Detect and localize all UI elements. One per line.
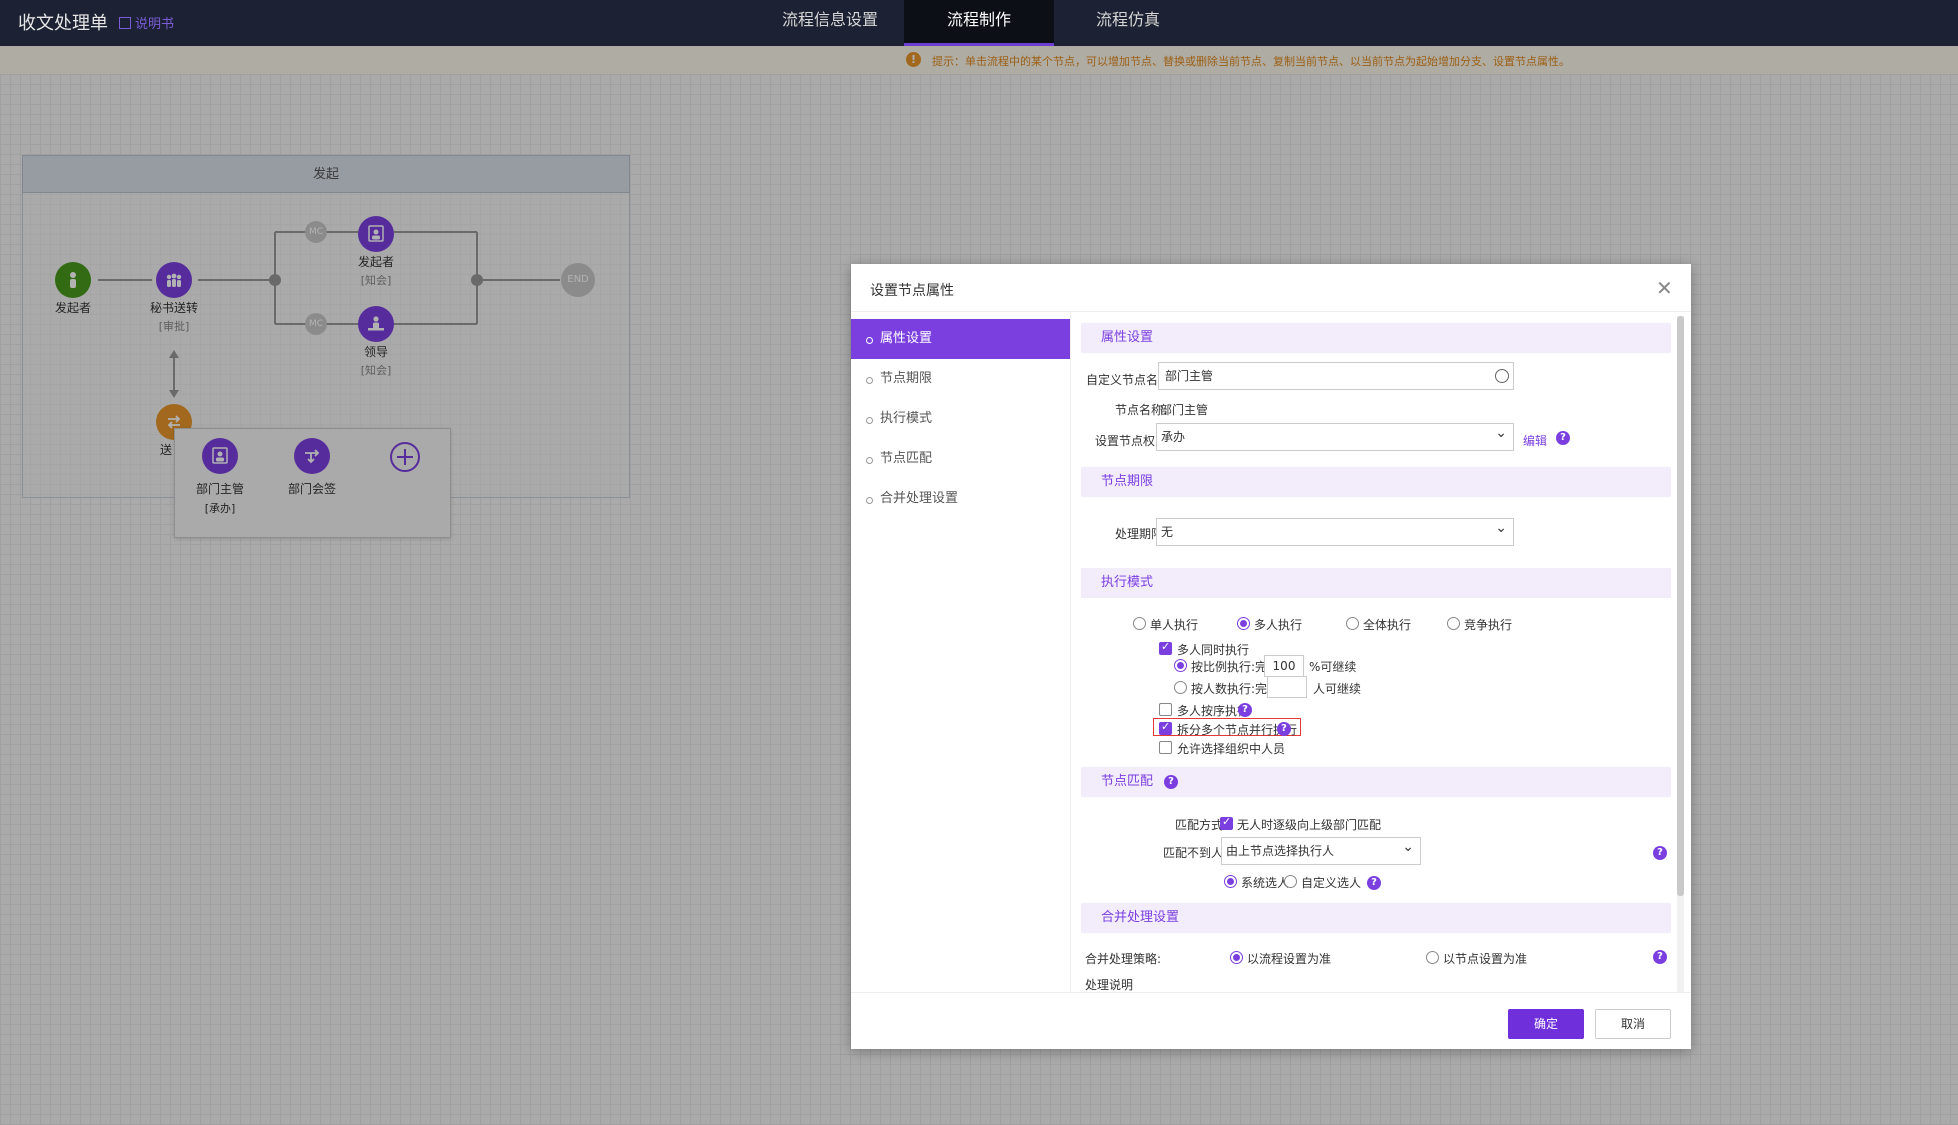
radio-merge-by-node[interactable] [1426, 951, 1439, 964]
radio-merge-by-flow[interactable] [1230, 951, 1243, 964]
checkbox-simultaneous[interactable] [1159, 640, 1172, 655]
match-method-value: 无人时逐级向上级部门匹配 [1237, 818, 1382, 832]
checkbox-allow-org[interactable] [1159, 741, 1172, 754]
custom-name-input[interactable]: 部门主管 [1158, 362, 1514, 390]
dialog-header: 设置节点属性 ✕ [851, 264, 1691, 312]
merge-desc-label: 处理说明 [1085, 978, 1134, 992]
scrollbar-thumb[interactable] [1677, 316, 1684, 896]
system-pick-label: 系统选人 [1241, 876, 1290, 890]
deadline-select[interactable]: 无 [1156, 515, 1514, 546]
count-suffix: 人可继续 [1313, 682, 1362, 696]
radio-custom-pick[interactable] [1284, 875, 1297, 888]
dialog-title: 设置节点属性 [870, 283, 954, 299]
node-name-value: 部门主管 [1160, 403, 1209, 417]
sidebar-item-exec-mode[interactable]: 执行模式 [851, 399, 1071, 439]
help-icon[interactable]: ? [1556, 431, 1570, 445]
permission-select[interactable]: 承办 [1156, 420, 1514, 451]
match-heading-text: 节点匹配 [1101, 774, 1154, 789]
radio-multi-exec[interactable] [1237, 617, 1250, 630]
sidebar-item-merge[interactable]: 合并处理设置 [851, 479, 1071, 519]
not-found-label: 匹配不到人: [1163, 846, 1228, 860]
merge-strategy-label: 合并处理策略: [1085, 952, 1162, 966]
cancel-button[interactable]: 取消 [1595, 1009, 1671, 1039]
help-icon[interactable]: ? [1164, 775, 1178, 789]
confirm-button[interactable]: 确定 [1508, 1009, 1584, 1039]
sidebar-item-attributes[interactable]: 属性设置 [851, 319, 1070, 359]
sidebar-item-node-match[interactable]: 节点匹配 [851, 439, 1071, 479]
simultaneous-label: 多人同时执行 [1177, 643, 1250, 657]
section-merge-heading: 合并处理设置 [1081, 903, 1671, 933]
ratio-input[interactable]: 100 [1264, 655, 1304, 677]
mode-multi-label: 多人执行 [1254, 618, 1303, 632]
mode-compete-label: 竞争执行 [1464, 618, 1513, 632]
by-count-label: 按人数执行:完成 [1191, 682, 1280, 696]
dialog-body: 属性设置 自定义节点名称: 部门主管 节点名称: 部门主管 设置节点权限: 承办… [1071, 312, 1691, 992]
help-icon[interactable]: ? [1238, 703, 1252, 717]
dialog-footer: 确定 取消 [851, 992, 1691, 1049]
help-icon[interactable]: ? [1367, 876, 1381, 890]
close-icon[interactable]: ✕ [1656, 276, 1673, 300]
help-icon[interactable]: ? [1653, 846, 1667, 860]
sidebar-item-deadline[interactable]: 节点期限 [851, 359, 1071, 399]
help-icon[interactable]: ? [1277, 722, 1291, 736]
radio-by-ratio[interactable] [1174, 659, 1187, 672]
checkbox-split-parallel[interactable] [1159, 720, 1172, 735]
ratio-suffix: %可继续 [1309, 660, 1357, 674]
section-attributes-heading: 属性设置 [1081, 323, 1671, 353]
checkbox-match-upward[interactable] [1220, 815, 1233, 830]
radio-system-pick[interactable] [1224, 875, 1237, 888]
node-properties-dialog: 设置节点属性 ✕ 属性设置 节点期限 执行模式 节点匹配 合并处理设置 属性设置… [851, 264, 1691, 1049]
not-found-select[interactable]: 由上节点选择执行人 [1221, 834, 1421, 865]
globe-icon[interactable] [1495, 369, 1509, 383]
section-deadline-heading: 节点期限 [1081, 467, 1671, 497]
merge-by-node-label: 以节点设置为准 [1443, 952, 1528, 966]
mode-all-label: 全体执行 [1363, 618, 1412, 632]
radio-all-exec[interactable] [1346, 617, 1359, 630]
dialog-sidebar: 属性设置 节点期限 执行模式 节点匹配 合并处理设置 [851, 312, 1071, 992]
radio-by-count[interactable] [1174, 681, 1187, 694]
checkbox-sequential[interactable] [1159, 703, 1172, 716]
custom-pick-label: 自定义选人 [1301, 876, 1362, 890]
radio-single-exec[interactable] [1133, 617, 1146, 630]
allow-org-label: 允许选择组织中人员 [1177, 742, 1286, 756]
edit-link[interactable]: 编辑 [1523, 432, 1547, 449]
dialog-scrollbar[interactable] [1677, 316, 1684, 992]
help-icon[interactable]: ? [1653, 950, 1667, 964]
mode-single-label: 单人执行 [1150, 618, 1199, 632]
count-input[interactable] [1267, 676, 1307, 698]
merge-by-flow-label: 以流程设置为准 [1247, 952, 1332, 966]
radio-compete-exec[interactable] [1447, 617, 1460, 630]
section-exec-heading: 执行模式 [1081, 568, 1671, 598]
